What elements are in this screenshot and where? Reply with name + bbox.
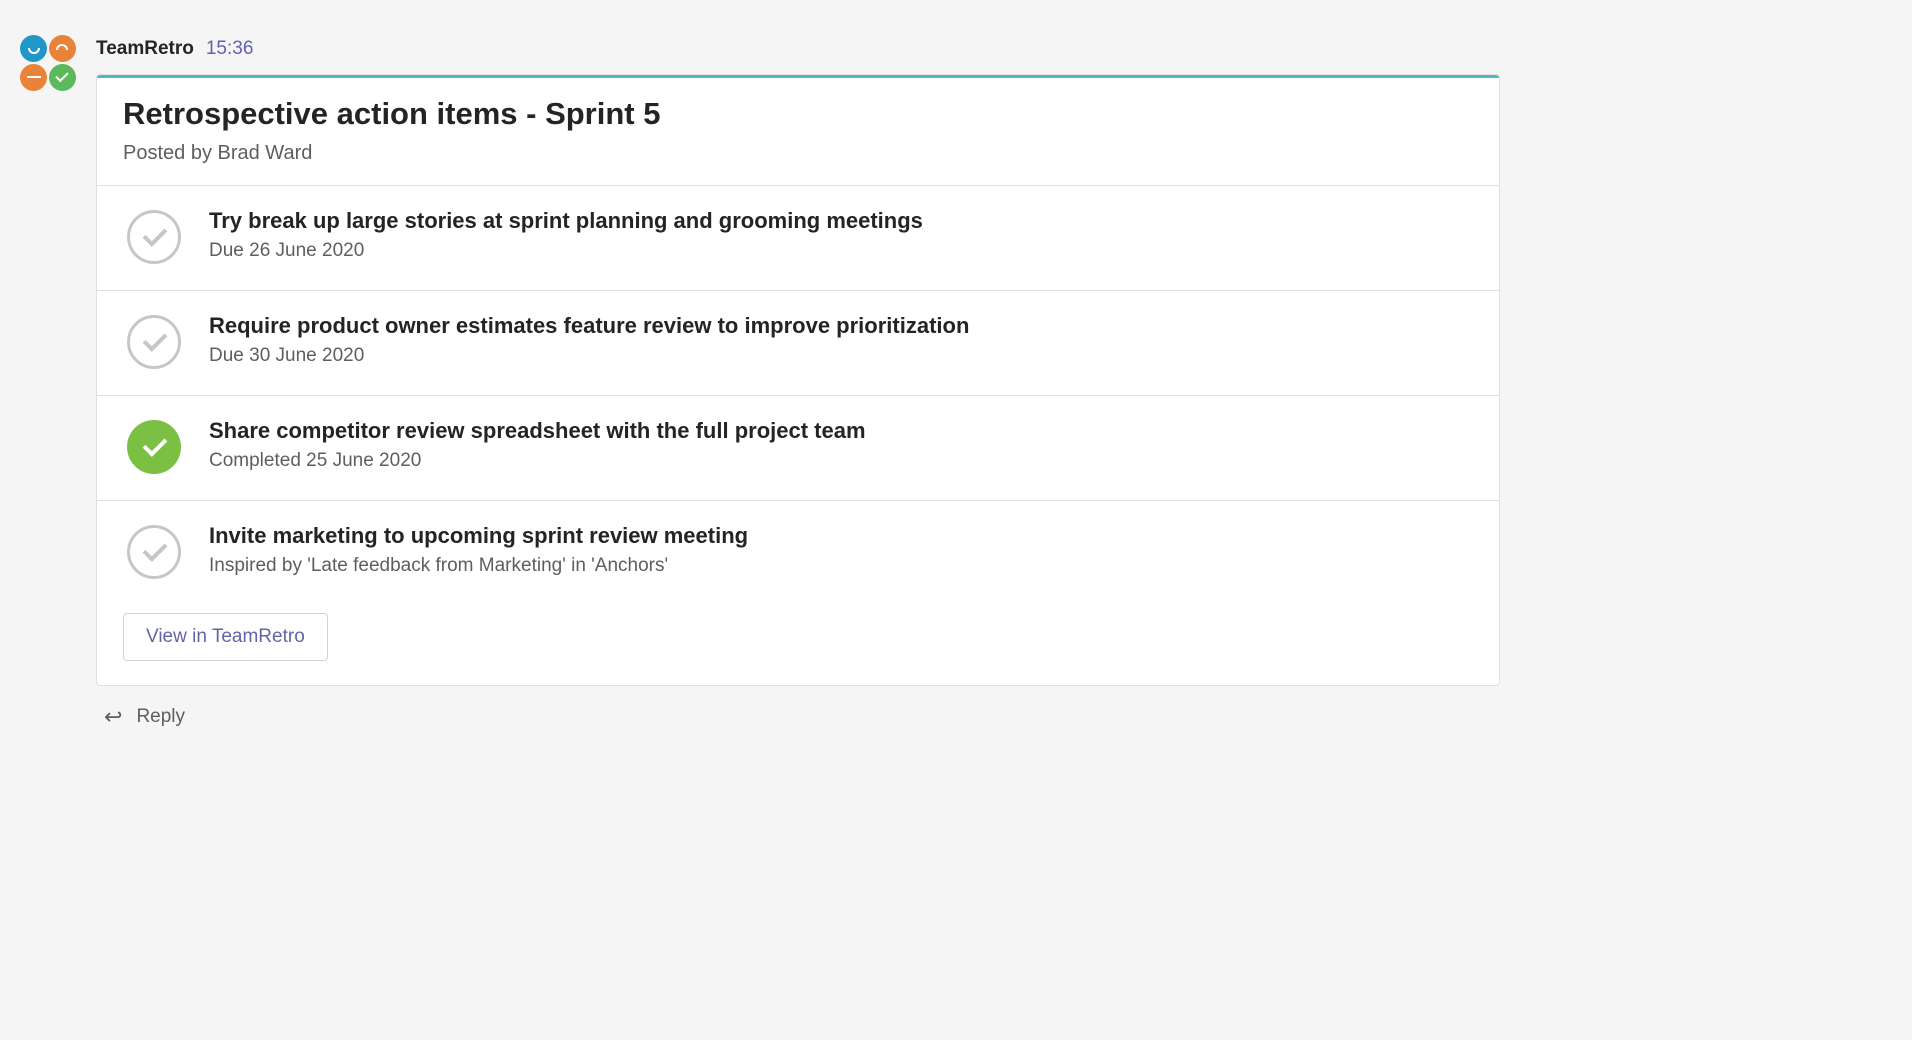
action-item: Share competitor review spreadsheet with… [97, 396, 1499, 501]
action-item: Require product owner estimates feature … [97, 291, 1499, 396]
app-name: TeamRetro [96, 38, 194, 60]
app-avatar [20, 35, 76, 91]
action-item-title: Try break up large stories at sprint pla… [209, 208, 1473, 234]
action-item: Try break up large stories at sprint pla… [97, 186, 1499, 291]
reply-button[interactable]: ↩ Reply [96, 686, 1500, 740]
message-header: TeamRetro 15:36 [96, 20, 1500, 74]
reply-arrow-icon: ↩ [104, 704, 122, 730]
action-item-meta: Due 30 June 2020 [209, 345, 1473, 367]
action-item-content: Share competitor review spreadsheet with… [209, 418, 1473, 472]
status-pending-icon[interactable] [127, 315, 181, 369]
action-item-meta: Completed 25 June 2020 [209, 450, 1473, 472]
reply-label: Reply [136, 706, 185, 728]
action-item: Invite marketing to upcoming sprint revi… [97, 501, 1499, 605]
action-items-list: Try break up large stories at sprint pla… [97, 186, 1499, 605]
message-container: TeamRetro 15:36 Retrospective action ite… [20, 20, 1500, 740]
card-title: Retrospective action items - Sprint 5 [123, 96, 1473, 132]
view-in-teamretro-button[interactable]: View in TeamRetro [123, 613, 328, 661]
action-item-title: Share competitor review spreadsheet with… [209, 418, 1473, 444]
message-timestamp[interactable]: 15:36 [206, 38, 254, 60]
teamretro-logo-icon [20, 35, 76, 91]
action-items-card: Retrospective action items - Sprint 5 Po… [96, 74, 1500, 686]
card-posted-by: Posted by Brad Ward [123, 142, 1473, 165]
status-pending-icon[interactable] [127, 210, 181, 264]
action-item-content: Try break up large stories at sprint pla… [209, 208, 1473, 262]
action-item-meta: Due 26 June 2020 [209, 240, 1473, 262]
status-pending-icon[interactable] [127, 525, 181, 579]
action-item-content: Invite marketing to upcoming sprint revi… [209, 523, 1473, 577]
card-header: Retrospective action items - Sprint 5 Po… [97, 78, 1499, 186]
action-item-title: Invite marketing to upcoming sprint revi… [209, 523, 1473, 549]
action-item-content: Require product owner estimates feature … [209, 313, 1473, 367]
action-item-title: Require product owner estimates feature … [209, 313, 1473, 339]
status-completed-icon[interactable] [127, 420, 181, 474]
message-body: TeamRetro 15:36 Retrospective action ite… [96, 20, 1500, 740]
action-item-meta: Inspired by 'Late feedback from Marketin… [209, 555, 1473, 577]
card-footer: View in TeamRetro [97, 605, 1499, 685]
